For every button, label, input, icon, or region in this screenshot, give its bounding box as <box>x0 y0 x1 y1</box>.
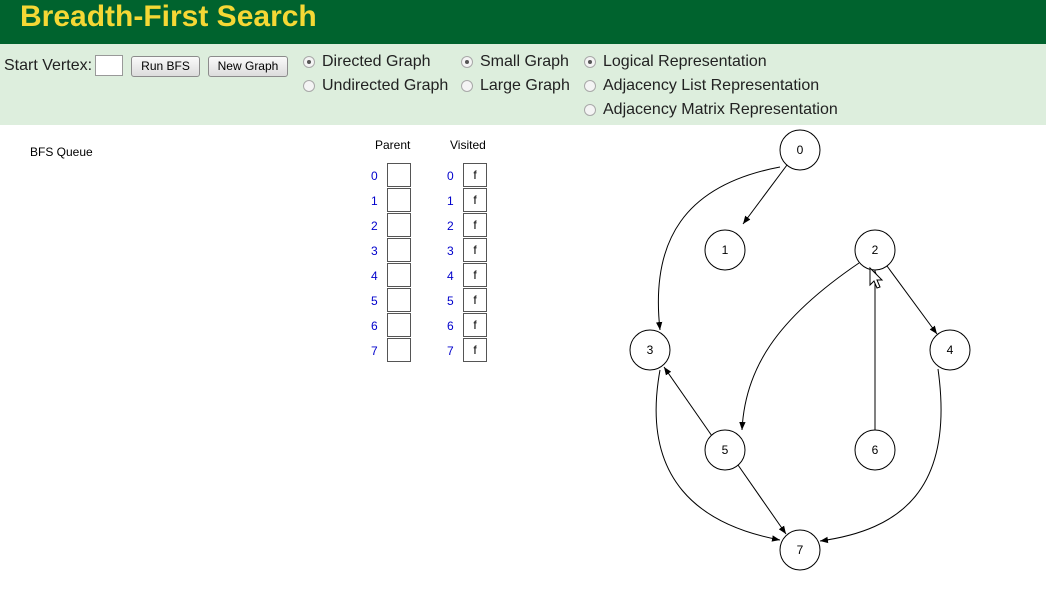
graph-vertex-label-3: 3 <box>647 343 654 357</box>
graph-vertex-label-5: 5 <box>722 443 729 457</box>
graph-vertex-6: 6 <box>854 429 896 471</box>
graph-edge-0-1 <box>742 164 788 225</box>
graph-vertex-label-2: 2 <box>872 243 879 257</box>
graph-vertex-7: 7 <box>779 529 821 571</box>
graph-vertex-label-1: 1 <box>722 243 729 257</box>
graph-canvas: 0 1 2 3 4 5 6 7 <box>629 129 971 571</box>
graph-vertex-5: 5 <box>704 429 746 471</box>
graph-vertex-label-7: 7 <box>797 543 804 557</box>
graph-nodes: 0 1 2 3 4 5 6 7 <box>629 129 971 571</box>
graph-vertex-2: 2 <box>854 229 896 271</box>
graph-vertex-label-4: 4 <box>947 343 954 357</box>
graph-vertex-0: 0 <box>779 129 821 171</box>
graph-vertex-4: 4 <box>929 329 971 371</box>
graph-edge-2-4 <box>886 265 938 335</box>
graph-vertex-1: 1 <box>704 229 746 271</box>
graph-edges <box>655 164 942 544</box>
graph-edge-5-7 <box>737 464 787 535</box>
graph-vertex-label-0: 0 <box>797 143 804 157</box>
graph-vertex-label-6: 6 <box>872 443 879 457</box>
graph-edge-5-3 <box>663 366 713 437</box>
graph-vertex-3: 3 <box>629 329 671 371</box>
mouse-cursor-icon <box>869 266 884 289</box>
graph-edge-2-5 <box>739 262 860 431</box>
